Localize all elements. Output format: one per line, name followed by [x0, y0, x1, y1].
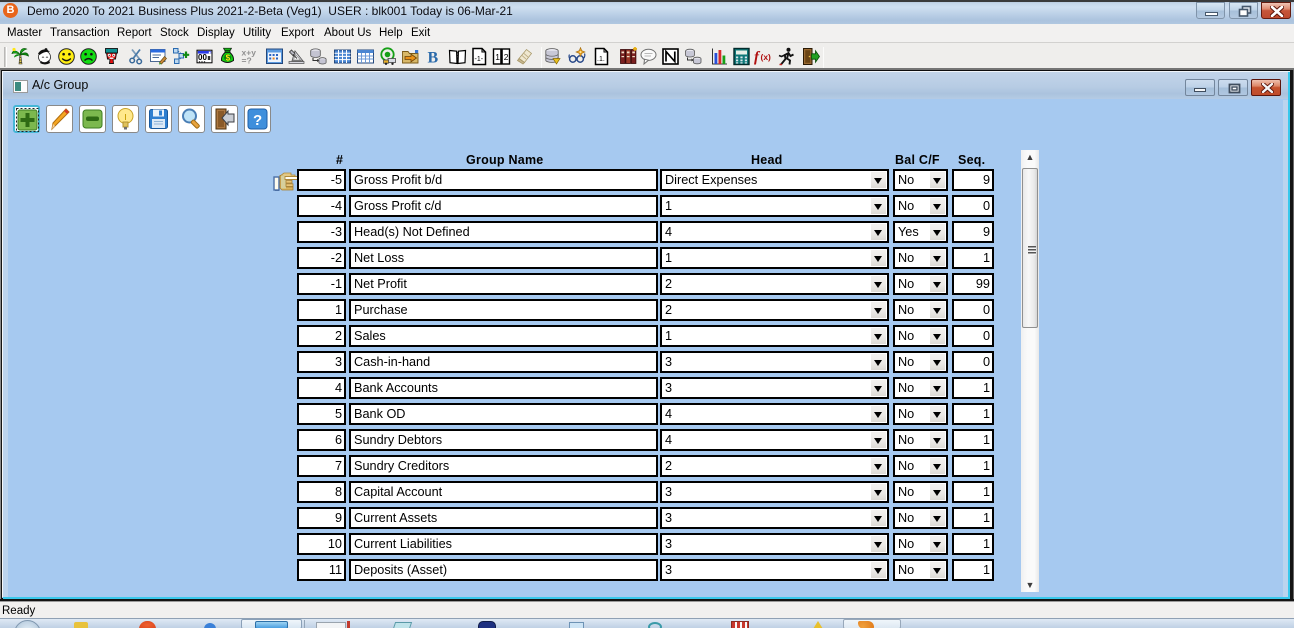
svg-text:(x): (x): [761, 52, 772, 62]
svg-text:B: B: [428, 50, 439, 67]
svg-text:2: 2: [504, 52, 509, 62]
svg-text:.1.: .1.: [597, 56, 605, 63]
svg-text:-1-: -1-: [475, 56, 484, 63]
svg-text:00: 00: [198, 53, 207, 62]
svg-text:=?: =?: [242, 56, 252, 66]
svg-text:$: $: [226, 53, 231, 62]
svg-text:1: 1: [495, 52, 500, 62]
svg-text:?: ?: [253, 112, 262, 129]
